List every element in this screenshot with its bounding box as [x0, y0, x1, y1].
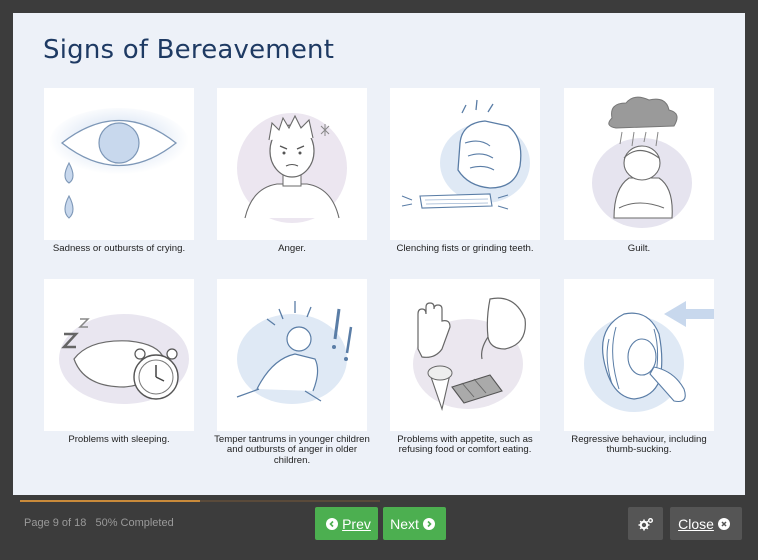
- prev-button[interactable]: Prev: [315, 507, 378, 540]
- completion-indicator: 50% Completed: [95, 517, 174, 529]
- next-button[interactable]: Next: [383, 507, 446, 540]
- settings-button[interactable]: [628, 507, 663, 540]
- progress-bar: [20, 500, 380, 502]
- page-indicator: Page 9 of 18: [24, 517, 87, 529]
- chevron-left-icon: [326, 517, 339, 530]
- guilty-child-illustration: [564, 88, 714, 240]
- next-label: Next: [390, 515, 419, 532]
- close-label: Close: [678, 515, 714, 532]
- card-caption: Problems with appetite, such as refusing…: [397, 434, 533, 456]
- angry-boy-illustration: [217, 88, 367, 240]
- tantrum-toddler-illustration: [217, 279, 367, 431]
- settings-gears-icon: [638, 517, 653, 530]
- card-caption: Guilt.: [627, 243, 651, 254]
- card-caption: Anger.: [278, 243, 306, 254]
- clenched-fist-illustration: [390, 88, 540, 240]
- crying-eye-illustration: [44, 88, 194, 240]
- prev-label: Prev: [342, 515, 371, 532]
- close-icon: [717, 517, 730, 530]
- chevron-right-icon: [422, 517, 435, 530]
- status-text: Page 9 of 18 50% Completed: [24, 517, 180, 529]
- card-caption: Temper tantrums in younger children and …: [214, 434, 370, 466]
- thumb-sucking-girl-illustration: [564, 279, 714, 431]
- food-refusal-illustration: [390, 279, 540, 431]
- pillow-alarm-clock-illustration: [44, 279, 194, 431]
- slide: Signs of Bereavement Sadness or outburst…: [13, 13, 745, 495]
- card-caption: Sadness or outbursts of crying.: [52, 243, 186, 254]
- progress-fill: [20, 500, 200, 502]
- card-caption: Clenching fists or grinding teeth.: [396, 243, 534, 254]
- slide-title: Signs of Bereavement: [43, 35, 335, 65]
- close-button[interactable]: Close: [670, 507, 742, 540]
- card-caption: Problems with sleeping.: [68, 434, 170, 445]
- card-caption: Regressive behaviour, including thumb-su…: [571, 434, 707, 456]
